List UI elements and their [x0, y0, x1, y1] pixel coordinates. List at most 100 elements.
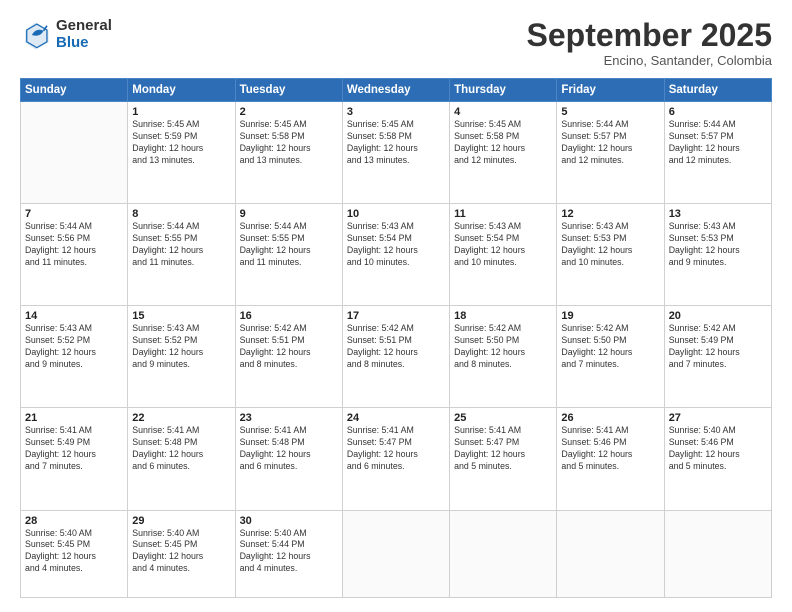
day-content: Sunrise: 5:45 AMSunset: 5:59 PMDaylight:…	[132, 119, 230, 167]
day-number: 29	[132, 515, 230, 527]
day-content: Sunrise: 5:40 AMSunset: 5:44 PMDaylight:…	[240, 528, 338, 576]
table-row: 9Sunrise: 5:44 AMSunset: 5:55 PMDaylight…	[235, 204, 342, 306]
day-content: Sunrise: 5:42 AMSunset: 5:49 PMDaylight:…	[669, 323, 767, 371]
day-content: Sunrise: 5:45 AMSunset: 5:58 PMDaylight:…	[347, 119, 445, 167]
table-row: 24Sunrise: 5:41 AMSunset: 5:47 PMDayligh…	[342, 408, 449, 510]
day-content: Sunrise: 5:44 AMSunset: 5:57 PMDaylight:…	[561, 119, 659, 167]
day-number: 30	[240, 515, 338, 527]
table-row: 27Sunrise: 5:40 AMSunset: 5:46 PMDayligh…	[664, 408, 771, 510]
day-content: Sunrise: 5:41 AMSunset: 5:46 PMDaylight:…	[561, 425, 659, 473]
day-number: 24	[347, 412, 445, 424]
day-number: 18	[454, 310, 552, 322]
table-row: 14Sunrise: 5:43 AMSunset: 5:52 PMDayligh…	[21, 306, 128, 408]
day-content: Sunrise: 5:44 AMSunset: 5:57 PMDaylight:…	[669, 119, 767, 167]
day-number: 13	[669, 208, 767, 220]
location-subtitle: Encino, Santander, Colombia	[527, 53, 772, 68]
table-row: 17Sunrise: 5:42 AMSunset: 5:51 PMDayligh…	[342, 306, 449, 408]
day-number: 12	[561, 208, 659, 220]
table-row	[450, 510, 557, 597]
logo-icon	[20, 19, 52, 51]
table-row: 25Sunrise: 5:41 AMSunset: 5:47 PMDayligh…	[450, 408, 557, 510]
logo-general-text: General	[56, 18, 112, 35]
day-number: 23	[240, 412, 338, 424]
table-row: 2Sunrise: 5:45 AMSunset: 5:58 PMDaylight…	[235, 102, 342, 204]
table-row: 10Sunrise: 5:43 AMSunset: 5:54 PMDayligh…	[342, 204, 449, 306]
calendar-week-row-1: 1Sunrise: 5:45 AMSunset: 5:59 PMDaylight…	[21, 102, 772, 204]
col-thursday: Thursday	[450, 79, 557, 102]
day-number: 11	[454, 208, 552, 220]
day-number: 4	[454, 106, 552, 118]
day-number: 22	[132, 412, 230, 424]
table-row: 18Sunrise: 5:42 AMSunset: 5:50 PMDayligh…	[450, 306, 557, 408]
table-row: 11Sunrise: 5:43 AMSunset: 5:54 PMDayligh…	[450, 204, 557, 306]
table-row: 8Sunrise: 5:44 AMSunset: 5:55 PMDaylight…	[128, 204, 235, 306]
day-content: Sunrise: 5:43 AMSunset: 5:52 PMDaylight:…	[132, 323, 230, 371]
calendar-table: Sunday Monday Tuesday Wednesday Thursday…	[20, 78, 772, 598]
day-number: 26	[561, 412, 659, 424]
day-content: Sunrise: 5:45 AMSunset: 5:58 PMDaylight:…	[240, 119, 338, 167]
table-row: 26Sunrise: 5:41 AMSunset: 5:46 PMDayligh…	[557, 408, 664, 510]
day-content: Sunrise: 5:44 AMSunset: 5:55 PMDaylight:…	[240, 221, 338, 269]
table-row: 20Sunrise: 5:42 AMSunset: 5:49 PMDayligh…	[664, 306, 771, 408]
header: General Blue September 2025 Encino, Sant…	[20, 18, 772, 68]
table-row	[664, 510, 771, 597]
col-wednesday: Wednesday	[342, 79, 449, 102]
table-row: 7Sunrise: 5:44 AMSunset: 5:56 PMDaylight…	[21, 204, 128, 306]
table-row	[342, 510, 449, 597]
day-number: 1	[132, 106, 230, 118]
day-content: Sunrise: 5:43 AMSunset: 5:52 PMDaylight:…	[25, 323, 123, 371]
table-row: 19Sunrise: 5:42 AMSunset: 5:50 PMDayligh…	[557, 306, 664, 408]
day-number: 25	[454, 412, 552, 424]
logo-text: General Blue	[56, 18, 112, 51]
day-content: Sunrise: 5:43 AMSunset: 5:54 PMDaylight:…	[347, 221, 445, 269]
day-content: Sunrise: 5:40 AMSunset: 5:46 PMDaylight:…	[669, 425, 767, 473]
table-row: 6Sunrise: 5:44 AMSunset: 5:57 PMDaylight…	[664, 102, 771, 204]
day-number: 6	[669, 106, 767, 118]
table-row: 13Sunrise: 5:43 AMSunset: 5:53 PMDayligh…	[664, 204, 771, 306]
day-content: Sunrise: 5:43 AMSunset: 5:53 PMDaylight:…	[669, 221, 767, 269]
table-row: 23Sunrise: 5:41 AMSunset: 5:48 PMDayligh…	[235, 408, 342, 510]
col-monday: Monday	[128, 79, 235, 102]
table-row: 12Sunrise: 5:43 AMSunset: 5:53 PMDayligh…	[557, 204, 664, 306]
day-number: 19	[561, 310, 659, 322]
day-content: Sunrise: 5:41 AMSunset: 5:48 PMDaylight:…	[132, 425, 230, 473]
table-row: 3Sunrise: 5:45 AMSunset: 5:58 PMDaylight…	[342, 102, 449, 204]
day-content: Sunrise: 5:43 AMSunset: 5:54 PMDaylight:…	[454, 221, 552, 269]
day-number: 9	[240, 208, 338, 220]
day-content: Sunrise: 5:40 AMSunset: 5:45 PMDaylight:…	[132, 528, 230, 576]
day-number: 20	[669, 310, 767, 322]
page: General Blue September 2025 Encino, Sant…	[0, 0, 792, 612]
col-sunday: Sunday	[21, 79, 128, 102]
table-row: 4Sunrise: 5:45 AMSunset: 5:58 PMDaylight…	[450, 102, 557, 204]
day-content: Sunrise: 5:41 AMSunset: 5:49 PMDaylight:…	[25, 425, 123, 473]
day-content: Sunrise: 5:40 AMSunset: 5:45 PMDaylight:…	[25, 528, 123, 576]
day-content: Sunrise: 5:43 AMSunset: 5:53 PMDaylight:…	[561, 221, 659, 269]
day-number: 27	[669, 412, 767, 424]
table-row: 21Sunrise: 5:41 AMSunset: 5:49 PMDayligh…	[21, 408, 128, 510]
day-content: Sunrise: 5:41 AMSunset: 5:47 PMDaylight:…	[347, 425, 445, 473]
day-number: 16	[240, 310, 338, 322]
day-number: 7	[25, 208, 123, 220]
day-number: 17	[347, 310, 445, 322]
table-row	[557, 510, 664, 597]
day-number: 3	[347, 106, 445, 118]
table-row: 16Sunrise: 5:42 AMSunset: 5:51 PMDayligh…	[235, 306, 342, 408]
day-content: Sunrise: 5:41 AMSunset: 5:48 PMDaylight:…	[240, 425, 338, 473]
table-row: 28Sunrise: 5:40 AMSunset: 5:45 PMDayligh…	[21, 510, 128, 597]
day-content: Sunrise: 5:41 AMSunset: 5:47 PMDaylight:…	[454, 425, 552, 473]
day-number: 15	[132, 310, 230, 322]
logo: General Blue	[20, 18, 112, 51]
day-content: Sunrise: 5:42 AMSunset: 5:50 PMDaylight:…	[561, 323, 659, 371]
table-row: 30Sunrise: 5:40 AMSunset: 5:44 PMDayligh…	[235, 510, 342, 597]
table-row: 22Sunrise: 5:41 AMSunset: 5:48 PMDayligh…	[128, 408, 235, 510]
logo-blue-text: Blue	[56, 35, 112, 52]
table-row: 29Sunrise: 5:40 AMSunset: 5:45 PMDayligh…	[128, 510, 235, 597]
day-content: Sunrise: 5:42 AMSunset: 5:51 PMDaylight:…	[347, 323, 445, 371]
day-content: Sunrise: 5:45 AMSunset: 5:58 PMDaylight:…	[454, 119, 552, 167]
day-content: Sunrise: 5:44 AMSunset: 5:55 PMDaylight:…	[132, 221, 230, 269]
table-row: 15Sunrise: 5:43 AMSunset: 5:52 PMDayligh…	[128, 306, 235, 408]
calendar-week-row-3: 14Sunrise: 5:43 AMSunset: 5:52 PMDayligh…	[21, 306, 772, 408]
col-tuesday: Tuesday	[235, 79, 342, 102]
day-content: Sunrise: 5:42 AMSunset: 5:50 PMDaylight:…	[454, 323, 552, 371]
calendar-week-row-2: 7Sunrise: 5:44 AMSunset: 5:56 PMDaylight…	[21, 204, 772, 306]
